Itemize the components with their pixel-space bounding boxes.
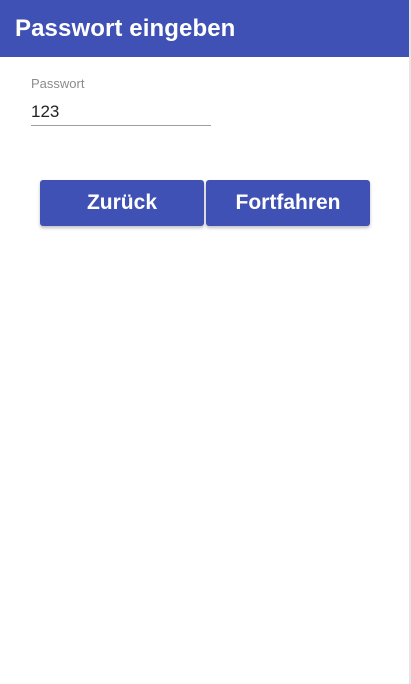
password-field: Passwort [31,76,211,128]
password-screen: Passwort eingeben Passwort Zurück Fortfa… [0,0,411,684]
continue-button[interactable]: Fortfahren [206,180,370,226]
page-title: Passwort eingeben [15,14,236,42]
app-bar: Passwort eingeben [0,0,411,57]
action-buttons: Zurück Fortfahren [40,180,370,226]
password-label: Passwort [31,76,85,91]
back-button[interactable]: Zurück [40,180,204,226]
password-input[interactable] [31,98,211,126]
